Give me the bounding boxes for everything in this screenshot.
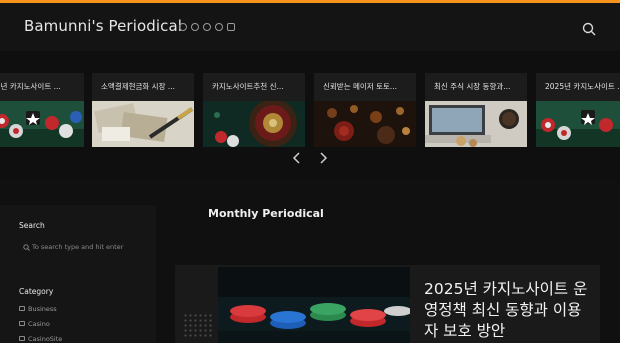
slider-card[interactable]: 최신 주식 시장 동향과... (425, 73, 527, 147)
social-links (179, 23, 235, 31)
folder-icon (19, 336, 25, 341)
category-item-business[interactable]: Business (19, 305, 57, 313)
slider-prev-icon[interactable] (292, 151, 302, 165)
post-slider: 25년 카지노사이트 ... 소액결제현금화 시장 ... (0, 51, 620, 179)
youtube-icon[interactable] (191, 23, 199, 31)
slider-card-caption[interactable]: 2025년 카지노사이트 ... (536, 73, 620, 101)
slider-next-icon[interactable] (318, 151, 328, 165)
section-title: Monthly Periodical (208, 207, 324, 220)
casino-chips-image[interactable] (536, 101, 620, 147)
slider-card[interactable]: 소액결제현금화 시장 ... (92, 73, 194, 147)
holiday-lights-image[interactable] (314, 101, 416, 147)
category-label: Category (19, 287, 54, 296)
slider-card-caption[interactable]: 최신 주식 시장 동향과... (425, 73, 527, 101)
search-placeholder: To search type and hit enter (32, 243, 124, 251)
slider-card[interactable]: 2025년 카지노사이트 ... (536, 73, 620, 147)
spotify-icon[interactable] (215, 23, 223, 31)
sidebar: Search To search type and hit enter Cate… (0, 205, 156, 343)
folder-icon (19, 306, 25, 311)
facebook-icon[interactable] (179, 23, 187, 31)
decorative-dots (183, 313, 213, 339)
slider-card[interactable]: 25년 카지노사이트 ... (0, 73, 84, 147)
casino-chips-image[interactable] (0, 101, 84, 147)
category-item-casinosite[interactable]: CasinoSite (19, 335, 62, 343)
roulette-image[interactable] (203, 101, 305, 147)
slider-card[interactable]: 카지노사이트추천 신... (203, 73, 305, 147)
search-icon (23, 244, 30, 251)
search-input[interactable]: To search type and hit enter (19, 240, 144, 256)
laptop-coffee-image[interactable] (425, 101, 527, 147)
slider-card-caption[interactable]: 카지노사이트추천 신... (203, 73, 305, 101)
folder-icon (19, 321, 25, 326)
money-and-pen-image[interactable] (92, 101, 194, 147)
featured-post-image[interactable] (218, 267, 410, 343)
search-label: Search (19, 221, 45, 230)
slider-card[interactable]: 신뢰받는 메이저 토토... (314, 73, 416, 147)
featured-post[interactable]: 2025년 카지노사이트 운영정책 최신 동향과 이용자 보호 방안 (175, 265, 600, 343)
slider-card-caption[interactable]: 25년 카지노사이트 ... (0, 73, 84, 101)
featured-post-title[interactable]: 2025년 카지노사이트 운영정책 최신 동향과 이용자 보호 방안 (424, 279, 594, 342)
instagram-icon[interactable] (227, 23, 235, 31)
site-header: Bamunni's Periodical (0, 3, 620, 51)
search-icon[interactable] (582, 22, 596, 36)
pinterest-icon[interactable] (203, 23, 211, 31)
category-item-casino[interactable]: Casino (19, 320, 50, 328)
slider-card-caption[interactable]: 소액결제현금화 시장 ... (92, 73, 194, 101)
site-title[interactable]: Bamunni's Periodical (24, 17, 182, 35)
slider-card-caption[interactable]: 신뢰받는 메이저 토토... (314, 73, 416, 101)
